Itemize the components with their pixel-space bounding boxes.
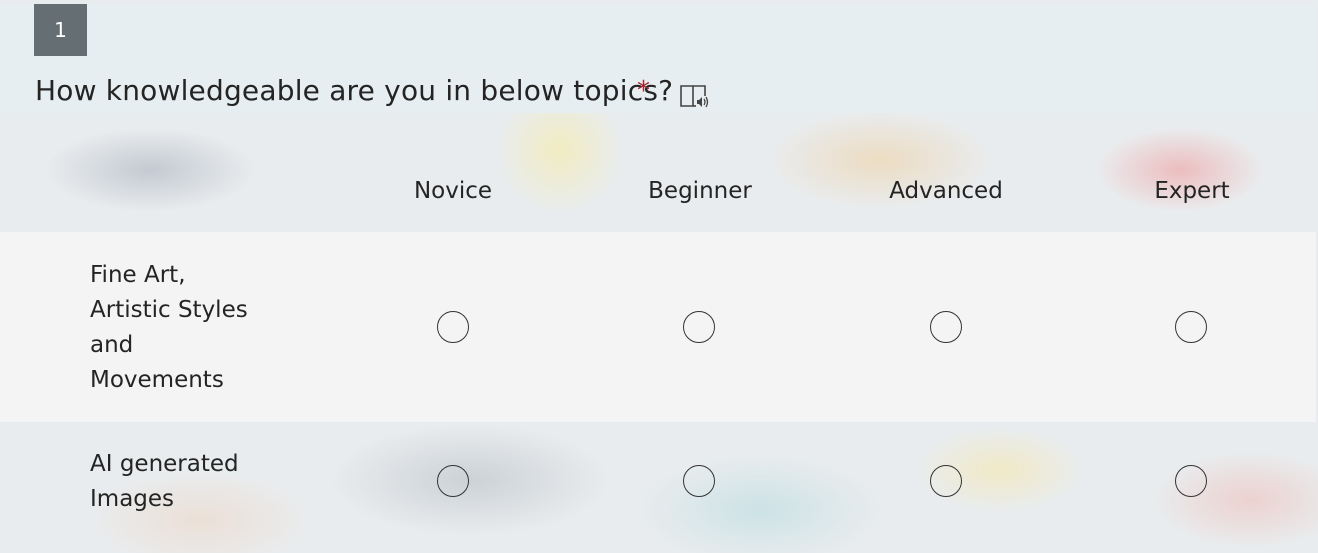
question-number-badge: 1 <box>34 4 87 56</box>
row-label-ai-images: AI generated Images <box>90 451 239 512</box>
column-header-advanced: Advanced <box>889 178 1003 204</box>
column-header-beginner: Beginner <box>648 178 752 204</box>
immersive-reader-icon[interactable] <box>679 83 711 111</box>
radio-fine-art-novice[interactable] <box>437 311 469 343</box>
question-title: How knowledgeable are you in below topic… <box>35 74 674 107</box>
column-header-novice: Novice <box>413 178 493 204</box>
radio-fine-art-beginner[interactable] <box>683 311 715 343</box>
radio-ai-images-expert[interactable] <box>1175 465 1207 497</box>
row-label-fine-art: Fine Art, Artistic Styles and Movements <box>90 262 248 393</box>
required-asterisk: * <box>637 76 650 106</box>
radio-ai-images-advanced[interactable] <box>930 465 962 497</box>
radio-fine-art-advanced[interactable] <box>930 311 962 343</box>
radio-fine-art-expert[interactable] <box>1175 311 1207 343</box>
radio-ai-images-novice[interactable] <box>437 465 469 497</box>
column-header-expert: Expert <box>1154 178 1230 204</box>
radio-ai-images-beginner[interactable] <box>683 465 715 497</box>
